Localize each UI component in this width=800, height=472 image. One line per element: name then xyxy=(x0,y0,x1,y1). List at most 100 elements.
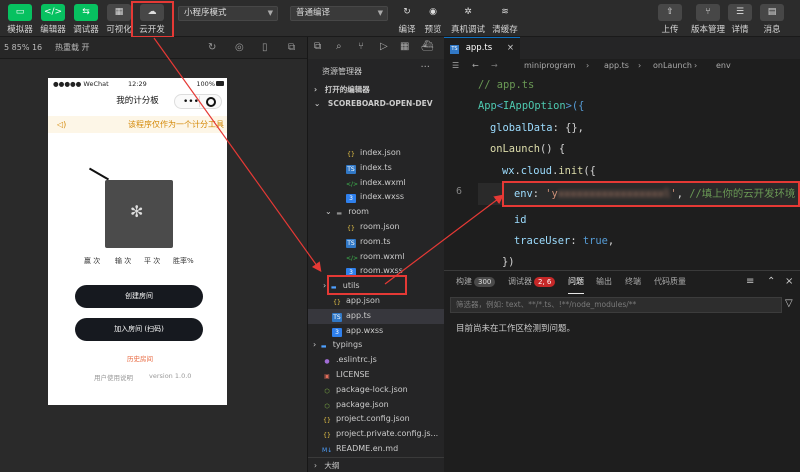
file-tree-item[interactable]: › ▬ utils xyxy=(308,279,445,294)
file-name: room.wxss xyxy=(360,266,403,276)
compile-select[interactable]: 普通编译 ▼ xyxy=(290,6,388,21)
file-tree-item[interactable]: ⬡ package-lock.json xyxy=(308,383,445,398)
outline-section[interactable]: › 大纲 xyxy=(308,457,445,472)
code-area[interactable]: // app.ts App<IAppOption>({ globalData: … xyxy=(444,73,800,270)
file-name: package.json xyxy=(336,399,389,409)
file-tree-item[interactable]: ⌄ ▬ room xyxy=(308,205,445,220)
join-room-button[interactable]: 加入房间 (扫码) xyxy=(75,318,203,341)
arrow-left-icon[interactable]: ← xyxy=(472,59,479,73)
upload-button[interactable]: ⇧ 上传 xyxy=(653,2,687,35)
close-icon[interactable]: × xyxy=(507,38,514,59)
more-icon[interactable]: ••• xyxy=(183,91,199,113)
file-tree-item[interactable]: {} project.config.json xyxy=(308,412,445,427)
code-icon: </> xyxy=(41,4,65,21)
file-tree-item[interactable]: {} app.json xyxy=(308,294,445,309)
line-number: 6 xyxy=(455,186,462,197)
create-room-button[interactable]: 创建房间 xyxy=(75,285,203,308)
chevron-right-icon: › xyxy=(638,61,642,70)
chevron-up-icon[interactable]: ⌃ xyxy=(767,271,775,293)
file-tree-item[interactable]: › ▬ typings xyxy=(308,338,445,353)
file-tree-item[interactable]: TS room.ts xyxy=(308,235,445,250)
source-control-icon[interactable]: ⑂ xyxy=(358,41,364,52)
file-tree-item[interactable]: </> index.wxml xyxy=(308,176,445,191)
breadcrumb-file[interactable]: app.ts xyxy=(604,59,629,73)
files-icon[interactable]: ⧉ xyxy=(314,41,321,52)
filter-placeholder: 筛选器，例如: text、**/*.ts、!**/node_modules/** xyxy=(456,300,637,309)
messages-button[interactable]: ▤ 消息 xyxy=(755,2,789,35)
version-button[interactable]: ⑂ 版本管理 xyxy=(691,2,725,35)
guide-link[interactable]: 用户使用说明 xyxy=(94,372,133,382)
branch-icon: ⑂ xyxy=(696,4,720,21)
file-tree-item[interactable]: 3 app.wxss xyxy=(308,324,445,339)
device-select[interactable]: 5 85% 16 xyxy=(4,37,42,59)
file-name: room.json xyxy=(360,221,400,231)
file-tree-item[interactable]: ⬡ package.json xyxy=(308,398,445,413)
wxss-file-icon: 3 xyxy=(346,268,356,278)
more-icon[interactable]: ··· xyxy=(420,62,430,73)
chevron-right-icon: › xyxy=(313,340,319,350)
code-line-9: }) xyxy=(502,256,515,268)
file-tree-item[interactable]: </> room.wxml xyxy=(308,250,445,265)
hot-reload-select[interactable]: 热重载 开 xyxy=(55,37,90,59)
record-icon[interactable]: ◎ xyxy=(235,37,244,59)
popout-icon[interactable]: ⧉ xyxy=(288,37,295,59)
clear-cache-button[interactable]: ≋ 清缓存 xyxy=(488,2,522,35)
tab-code-quality[interactable]: 代码质量 xyxy=(654,271,686,293)
project-section[interactable]: ⌄ SCOREBOARD-OPEN-DEV xyxy=(308,97,445,111)
file-tree-item[interactable]: ▣ LICENSE xyxy=(308,368,445,383)
history-link[interactable]: 历史房间 xyxy=(127,353,153,363)
preview-button[interactable]: ◉ 预览 xyxy=(416,2,450,35)
file-tree-item[interactable]: ● .eslintrc.js xyxy=(308,353,445,368)
search-icon[interactable]: ⌕ xyxy=(336,41,342,52)
tab-debugger[interactable]: 调试器 2, 6 xyxy=(508,271,556,293)
close-icon[interactable]: × xyxy=(785,271,793,293)
phone-icon[interactable]: ▯ xyxy=(262,37,268,59)
file-tree-item[interactable]: {} room.json xyxy=(308,220,445,235)
arrow-right-icon[interactable]: → xyxy=(491,59,498,73)
file-tree-item[interactable]: M↓ README.en.md xyxy=(308,442,445,457)
open-editors-section[interactable]: › 打开的编辑器 xyxy=(308,83,445,97)
tab-terminal[interactable]: 终端 xyxy=(625,271,641,293)
debugger-button[interactable]: ⇆ 调试器 xyxy=(69,2,103,35)
file-tree-item[interactable]: 3 room.wxss xyxy=(308,264,445,279)
breadcrumb-folder[interactable]: miniprogram xyxy=(524,59,575,73)
eye-icon: ◉ xyxy=(429,7,437,17)
notice-bar: ◁) 该程序仅作为一个计分工具 xyxy=(48,116,227,133)
debug-icon[interactable]: ▷ xyxy=(380,41,388,52)
tab-app-ts[interactable]: TS app.ts × xyxy=(444,37,520,59)
loading-box: ✻ xyxy=(105,180,173,248)
file-tree-item[interactable]: {} index.json xyxy=(308,146,445,161)
tab-output[interactable]: 输出 xyxy=(596,271,612,293)
details-button[interactable]: ☰ 详情 xyxy=(723,2,757,35)
file-tree-item[interactable]: 3 index.wxss xyxy=(308,190,445,205)
layout-icon: ▦ xyxy=(107,4,131,21)
nav-bar: 我的计分板 ••• xyxy=(48,90,227,112)
ts-file-icon: TS xyxy=(332,312,342,322)
folder-icon: ▬ xyxy=(336,210,343,218)
build-count-badge: 300 xyxy=(474,277,496,287)
filter-icon[interactable]: ▽ xyxy=(785,298,793,309)
file-name: utils xyxy=(342,281,360,291)
tab-problems[interactable]: 问题 xyxy=(568,271,584,294)
editor-button[interactable]: </> 编辑器 xyxy=(36,2,70,35)
open-editors-label: 打开的编辑器 xyxy=(324,85,370,94)
nav-back-icon[interactable]: ☰ xyxy=(452,59,459,73)
file-tree-item[interactable]: TS app.ts xyxy=(308,308,445,324)
rotate-icon[interactable]: ↻ xyxy=(208,37,216,59)
file-tree-item[interactable]: {} project.private.config.js... xyxy=(308,427,445,442)
tab-build[interactable]: 构建 300 xyxy=(456,271,496,293)
simulator-button[interactable]: ▭ 模拟器 xyxy=(3,2,37,35)
ts-file-icon: TS xyxy=(346,164,356,174)
close-circle-icon[interactable] xyxy=(206,97,216,107)
extensions-icon[interactable]: ▦ xyxy=(400,41,409,52)
breadcrumb-function[interactable]: onLaunch xyxy=(653,59,692,73)
file-tree-item[interactable]: TS index.ts xyxy=(308,161,445,176)
problems-filter-input[interactable]: 筛选器，例如: text、**/*.ts、!**/node_modules/** xyxy=(450,297,782,313)
collapse-all-icon[interactable]: ≡ xyxy=(746,271,754,293)
mode-select[interactable]: 小程序模式 ▼ xyxy=(178,6,278,21)
breadcrumb-property[interactable]: env xyxy=(716,59,731,73)
menu-capsule[interactable]: ••• xyxy=(174,94,222,109)
docker-icon[interactable]: ⛴ xyxy=(421,41,434,52)
file-name: room.ts xyxy=(360,236,391,246)
device-debug-button[interactable]: ✲ 真机调试 xyxy=(451,2,485,35)
